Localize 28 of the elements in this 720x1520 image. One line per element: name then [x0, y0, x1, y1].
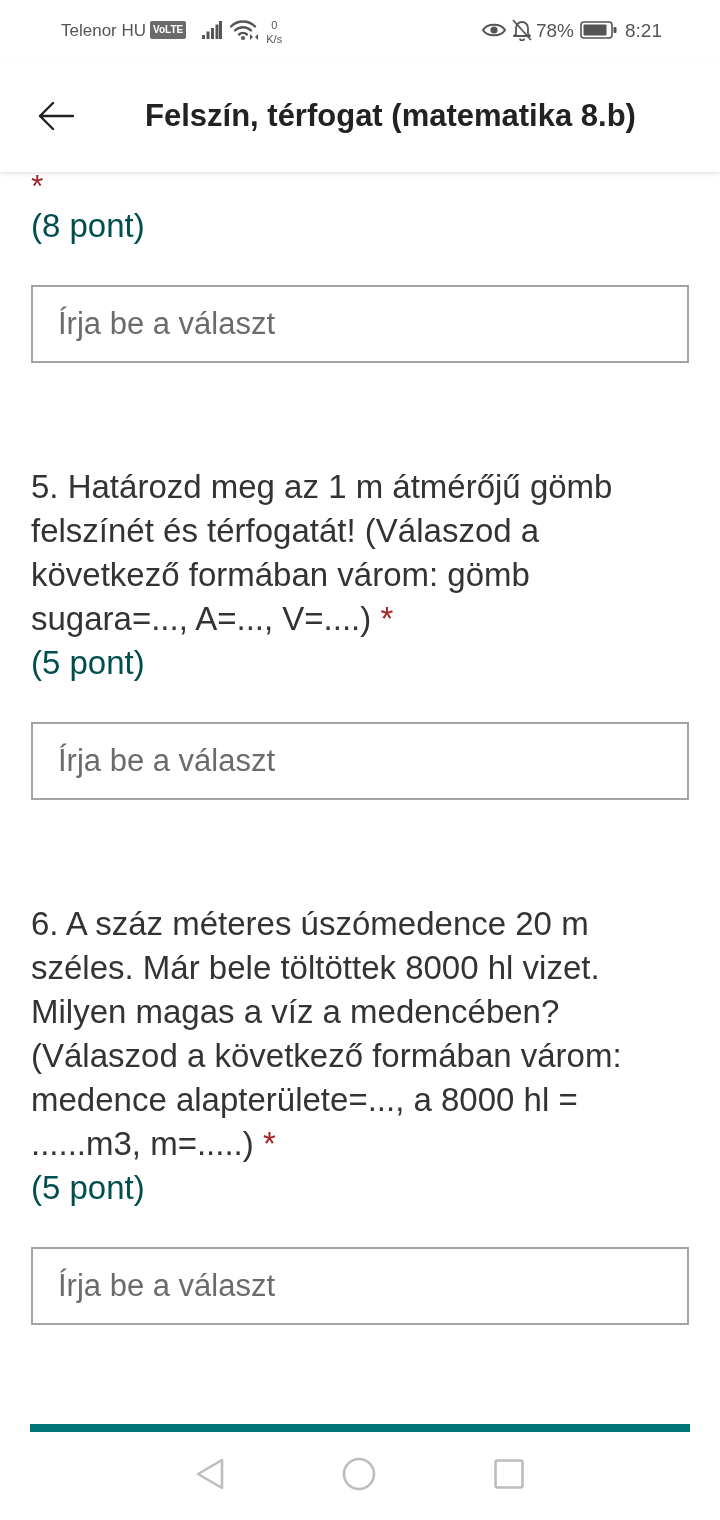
eye-icon	[482, 22, 506, 38]
triangle-back-icon	[196, 1458, 224, 1490]
answer-field[interactable]: Írja be a választ	[31, 722, 689, 800]
battery-percent: 78%	[536, 20, 574, 40]
bell-off-icon	[512, 19, 532, 41]
circle-home-icon	[342, 1457, 376, 1491]
speed-value: 0	[271, 19, 278, 31]
question-text: 5. Határozd meg az 1 m átmérőjű gömb felszínét és térfogatát! (Válaszod a következő formában várom: gömb sugara=..., A=..., V=....) *	[31, 467, 614, 639]
points-label: (5 pont)	[31, 1168, 145, 1208]
clock-time: 8:21	[625, 20, 662, 40]
points-label: (8 pont)	[31, 206, 145, 246]
question-text: 6. A száz méteres úszómedence 20 m széles. Már bele töltöttek 8000 hl vizet. Milyen magas a víz a medencében? (Válaszod a következő formában várom: medence alapterülete=..., a 8000 hl = ......m3, m=.....) *	[31, 904, 623, 1164]
points-label: (5 pont)	[31, 643, 145, 683]
wifi-icon	[230, 20, 259, 40]
answer-field[interactable]: Írja be a választ	[31, 1247, 689, 1325]
page-title: Felszín, térfogat (matematika 8.b)	[145, 96, 636, 135]
required-mark: *	[31, 172, 44, 200]
battery-icon	[580, 21, 617, 39]
signal-icon	[202, 21, 223, 39]
square-recents-icon	[494, 1459, 524, 1489]
nav-back-button[interactable]	[196, 1458, 224, 1490]
carrier-name: Telenor HU	[61, 21, 147, 39]
answer-field[interactable]: Írja be a választ	[31, 285, 689, 363]
back-arrow-icon	[38, 101, 74, 131]
nav-recents-button[interactable]	[494, 1459, 524, 1489]
speed-unit: K/s	[266, 33, 283, 45]
network-badge: VoLTE	[150, 21, 187, 39]
nav-home-button[interactable]	[342, 1457, 376, 1491]
